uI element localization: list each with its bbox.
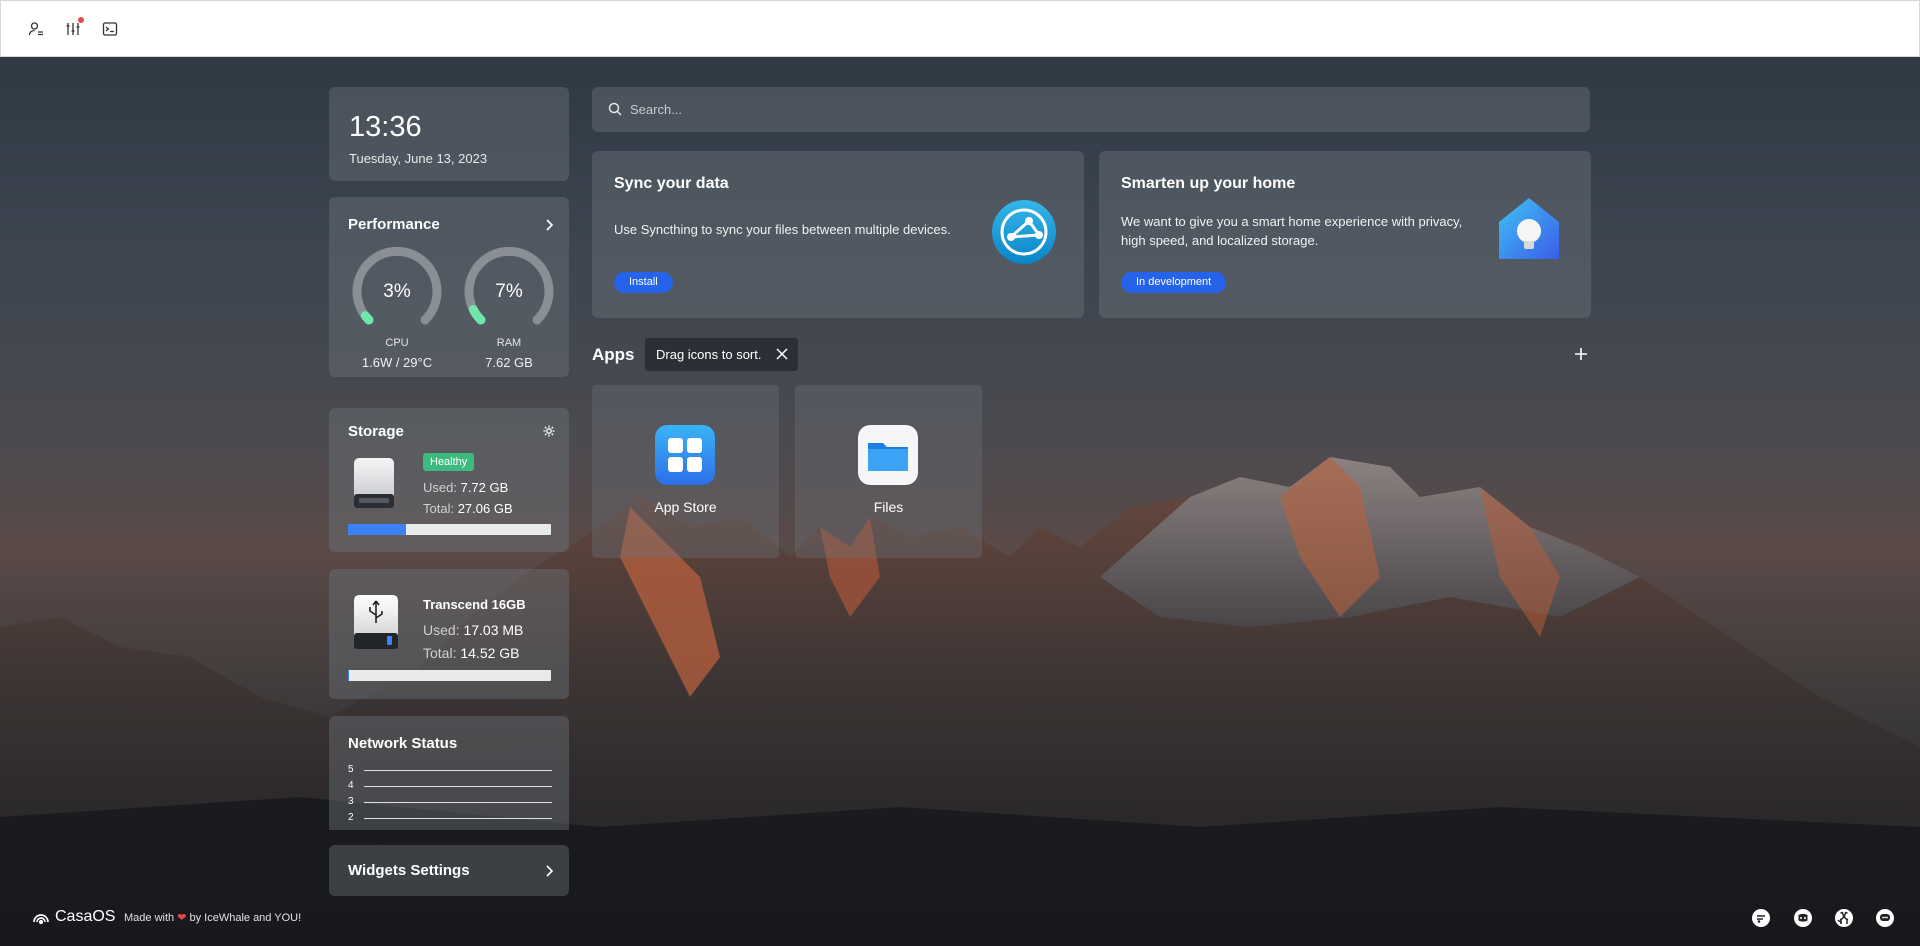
- usb-usage-bar: [348, 670, 551, 681]
- network-status-widget: Network Status 5 4 3 2: [329, 716, 569, 830]
- storage-total: Total: 27.06 GB: [423, 501, 513, 516]
- search-bar: [592, 87, 1590, 132]
- sync-data-card: Sync your data Use Syncthing to sync you…: [592, 151, 1084, 318]
- smart-home-icon: [1499, 198, 1559, 259]
- sync-data-description: Use Syncthing to sync your files between…: [614, 222, 951, 237]
- in-development-button[interactable]: In development: [1121, 272, 1227, 293]
- usb-drive-name: Transcend 16GB: [423, 597, 526, 612]
- sync-data-title: Sync your data: [614, 175, 729, 192]
- notification-dot: [78, 17, 84, 23]
- apps-title: Apps: [592, 345, 635, 364]
- search-input[interactable]: [630, 95, 1530, 123]
- widgets-settings-label: Widgets Settings: [348, 862, 470, 879]
- casaos-logo-icon: [33, 914, 49, 925]
- terminal-icon[interactable]: [100, 19, 120, 39]
- network-grid-row: 2: [348, 812, 552, 823]
- storage-used-value: 7.72 GB: [460, 480, 509, 495]
- network-axis-label: 5: [348, 764, 354, 775]
- heart-icon: ❤: [177, 912, 187, 924]
- ram-gauge: 7%: [459, 245, 559, 345]
- gear-icon[interactable]: [542, 424, 556, 438]
- drag-sort-tooltip: Drag icons to sort.: [645, 338, 798, 371]
- ram-label: RAM: [496, 337, 522, 349]
- usb-drive-widget: Transcend 16GB Used: 17.03 MB Total: 14.…: [329, 569, 569, 699]
- smart-home-title: Smarten up your home: [1121, 175, 1296, 192]
- add-app-icon[interactable]: [1570, 343, 1592, 365]
- smart-home-description: We want to give you a smart home experie…: [1121, 214, 1463, 248]
- close-icon[interactable]: [775, 348, 788, 360]
- casaos-brand: CasaOS: [55, 908, 116, 925]
- sliders-icon[interactable]: [63, 17, 84, 39]
- storage-title: Storage: [348, 423, 404, 440]
- storage-widget: Storage Healthy Used: 7.72 GB Total: 27.…: [329, 408, 569, 552]
- discord-icon[interactable]: [1793, 908, 1813, 928]
- storage-usage-bar: [348, 524, 551, 535]
- app-store-label: App Store: [654, 499, 717, 515]
- chevron-right-icon: [546, 865, 554, 877]
- performance-title: Performance: [348, 216, 440, 233]
- files-label: Files: [873, 499, 904, 515]
- install-button[interactable]: Install: [614, 272, 673, 293]
- usb-total: Total: 14.52 GB: [423, 645, 520, 661]
- app-tile-app-store[interactable]: App Store: [592, 385, 779, 558]
- app-tile-files[interactable]: Files: [795, 385, 982, 558]
- casaos-logo[interactable]: CasaOS: [31, 907, 115, 927]
- chevron-right-icon[interactable]: [542, 218, 556, 232]
- usb-used: Used: 17.03 MB: [423, 622, 524, 638]
- hard-drive-icon: [354, 458, 394, 508]
- network-grid-row: 5: [348, 764, 552, 775]
- app-store-icon: [655, 425, 715, 485]
- syncthing-icon: [992, 200, 1056, 264]
- network-grid-row: 3: [348, 796, 552, 807]
- network-axis-label: 2: [348, 812, 354, 823]
- top-bar: [0, 0, 1920, 57]
- clock-date: Tuesday, June 13, 2023: [349, 151, 488, 166]
- cpu-gauge: 3%: [347, 245, 447, 345]
- usb-drive-icon: [354, 595, 398, 649]
- made-with-text: Made with ❤ by IceWhale and YOU!: [124, 912, 302, 924]
- storage-usage-fill: [348, 524, 406, 535]
- files-icon: [858, 425, 918, 485]
- storage-health-badge: Healthy: [423, 453, 475, 471]
- network-axis-label: 3: [348, 796, 354, 807]
- user-settings-icon[interactable]: [26, 19, 46, 39]
- usb-total-value: 14.52 GB: [460, 645, 520, 661]
- usb-used-value: 17.03 MB: [463, 622, 524, 638]
- clock-time: 13:36: [349, 111, 422, 143]
- storage-used: Used: 7.72 GB: [423, 480, 509, 495]
- cpu-power-temp: 1.6W / 29°C: [361, 355, 433, 370]
- network-title: Network Status: [348, 735, 458, 752]
- network-grid-row: 4: [348, 780, 552, 791]
- performance-widget: Performance 3% CPU 1.6W / 29°C 7% RAM 7.…: [329, 197, 569, 377]
- storage-total-value: 27.06 GB: [457, 501, 513, 516]
- discourse-icon[interactable]: [1751, 908, 1771, 928]
- drag-sort-tooltip-text: Drag icons to sort.: [656, 347, 762, 362]
- chat-icon[interactable]: [1875, 908, 1895, 928]
- network-axis-label: 4: [348, 780, 354, 791]
- ram-amount: 7.62 GB: [485, 355, 533, 370]
- search-icon: [608, 102, 622, 116]
- github-icon[interactable]: [1834, 908, 1854, 928]
- clock-widget: 13:36 Tuesday, June 13, 2023: [329, 87, 569, 181]
- cpu-value: 3%: [383, 281, 411, 302]
- cpu-label: CPU: [385, 337, 409, 349]
- ram-value: 7%: [495, 281, 523, 302]
- smart-home-card: Smarten up your home We want to give you…: [1099, 151, 1591, 318]
- widgets-settings-button[interactable]: Widgets Settings: [329, 845, 569, 896]
